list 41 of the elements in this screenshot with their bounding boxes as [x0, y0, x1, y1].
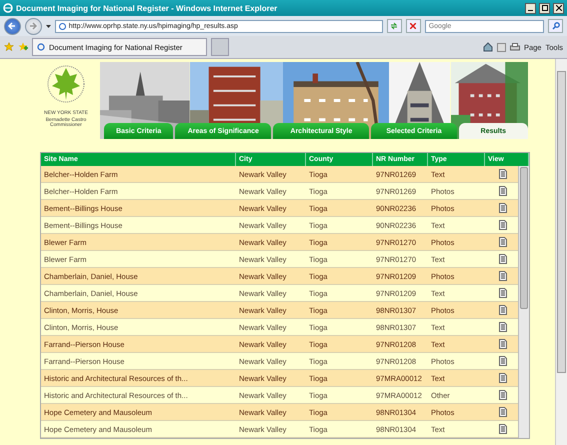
document-icon[interactable] [499, 424, 507, 434]
document-icon[interactable] [499, 254, 507, 264]
document-icon[interactable] [499, 373, 507, 383]
stop-icon [410, 23, 416, 29]
caret-icon[interactable] [46, 24, 51, 28]
table-scrollbar[interactable] [518, 166, 529, 438]
search-icon [552, 22, 560, 30]
document-icon[interactable] [499, 305, 507, 315]
document-icon[interactable] [499, 203, 507, 213]
back-button[interactable] [4, 18, 21, 34]
document-icon[interactable] [499, 237, 507, 247]
minimize-button[interactable] [525, 2, 536, 14]
forward-arrow-icon [29, 22, 38, 30]
favorites-star-icon[interactable] [4, 42, 14, 52]
document-icon[interactable] [499, 169, 507, 179]
document-icon[interactable] [499, 186, 507, 196]
page-icon [37, 43, 45, 51]
document-icon[interactable] [499, 220, 507, 230]
page-icon [58, 22, 66, 30]
refresh-button[interactable] [386, 19, 402, 33]
refresh-icon [390, 22, 398, 30]
back-arrow-icon [8, 22, 16, 30]
document-icon[interactable] [499, 288, 507, 298]
document-icon[interactable] [499, 271, 507, 281]
stop-button[interactable] [406, 19, 421, 33]
maximize-button[interactable] [539, 2, 550, 14]
maximize-icon [542, 5, 548, 11]
document-icon[interactable] [499, 356, 507, 366]
close-button[interactable] [553, 2, 564, 14]
search-button[interactable] [548, 19, 563, 33]
document-icon[interactable] [499, 407, 507, 417]
print-icon[interactable] [510, 42, 520, 52]
page-scrollbar[interactable] [555, 59, 567, 445]
home-icon[interactable] [482, 42, 493, 52]
window-title: Document Imaging for National Register - Windows Internet Explorer [16, 4, 278, 12]
document-icon[interactable] [499, 390, 507, 400]
document-icon[interactable] [499, 322, 507, 332]
browser-logo-icon [3, 3, 13, 13]
add-favorite-icon[interactable] [18, 42, 28, 52]
document-icon[interactable] [499, 339, 507, 349]
close-icon [556, 5, 562, 11]
